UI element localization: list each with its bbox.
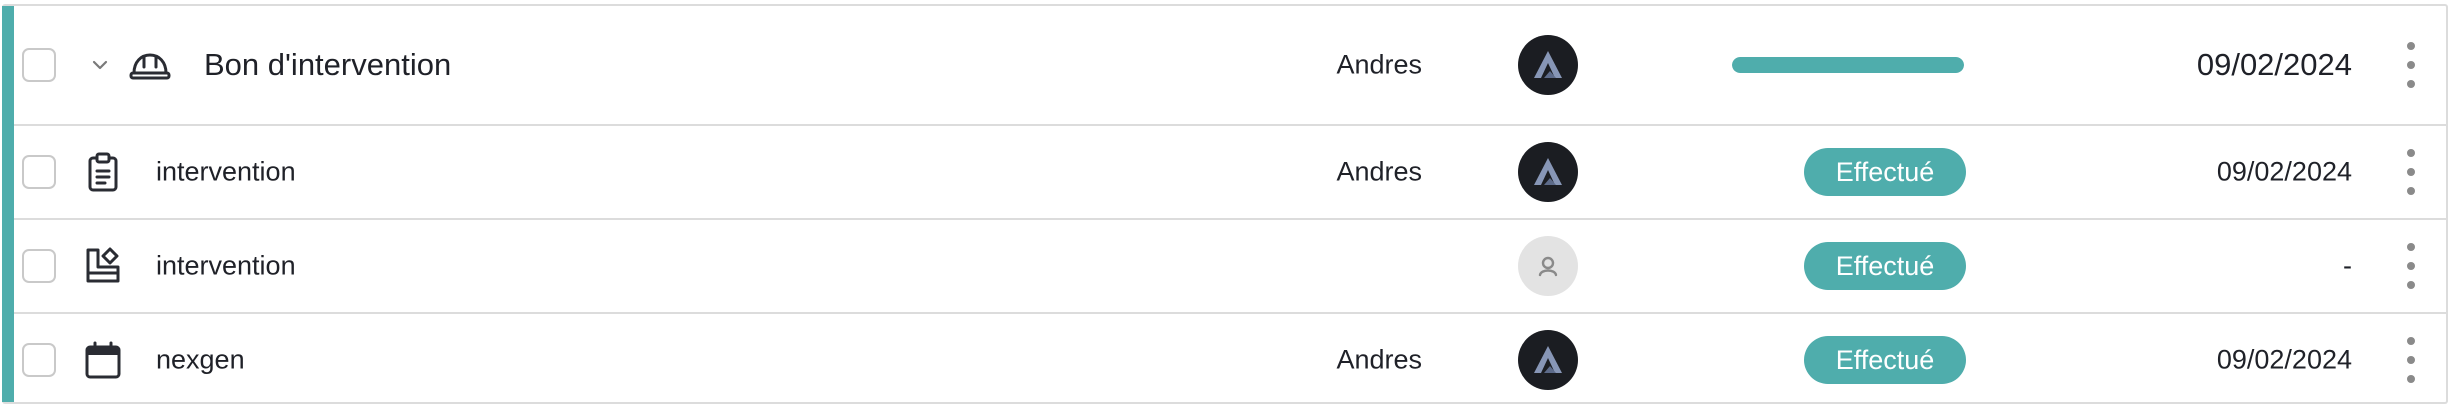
- chevron-down-icon[interactable]: [88, 53, 112, 77]
- status-badge[interactable]: Effectué: [1804, 242, 1966, 290]
- user-placeholder-icon: [1538, 256, 1558, 277]
- parent-task-row[interactable]: Bon d'intervention Andres 09/02/2024: [14, 6, 2446, 126]
- dot: [2407, 42, 2415, 50]
- progress-bar: [1732, 57, 1964, 73]
- subtask-row[interactable]: nexgen Andres Effectué 09/02/2024: [14, 314, 2446, 406]
- more-options-button[interactable]: [2396, 149, 2426, 195]
- dot: [2407, 61, 2415, 69]
- task-date: 09/02/2024: [2196, 47, 2352, 82]
- empty-avatar[interactable]: [1518, 236, 1578, 296]
- subtask-title[interactable]: intervention: [156, 251, 296, 282]
- group-accent-bar: [2, 6, 14, 402]
- status-badge[interactable]: Effectué: [1804, 148, 1966, 196]
- dot: [2407, 80, 2415, 88]
- subtask-title[interactable]: nexgen: [156, 345, 245, 376]
- brand-logo-icon: [1534, 346, 1562, 373]
- subtask-row[interactable]: intervention Andres Effectué 09/02/2024: [14, 126, 2446, 220]
- subtask-title[interactable]: intervention: [156, 157, 296, 188]
- calendar-icon: [85, 341, 121, 379]
- parent-task-title[interactable]: Bon d'intervention: [204, 47, 451, 83]
- more-options-button[interactable]: [2396, 337, 2426, 383]
- assignee-name: Andres: [1336, 49, 1422, 80]
- assignee-name: Andres: [1336, 156, 1422, 187]
- task-date: 09/02/2024: [2216, 344, 2352, 375]
- hard-hat-icon: [129, 53, 171, 80]
- dot: [2407, 356, 2415, 364]
- dot: [2407, 243, 2415, 251]
- brand-logo-icon: [1534, 158, 1562, 185]
- dot: [2407, 149, 2415, 157]
- avatar[interactable]: [1518, 330, 1578, 390]
- subtask-checkbox[interactable]: [22, 343, 56, 377]
- dot: [2407, 337, 2415, 345]
- more-options-button[interactable]: [2396, 243, 2426, 289]
- dot: [2407, 375, 2415, 383]
- status-badge[interactable]: Effectué: [1804, 336, 1966, 384]
- avatar[interactable]: [1518, 142, 1578, 202]
- task-date: 09/02/2024: [2216, 156, 2352, 187]
- parent-task-checkbox[interactable]: [22, 48, 56, 82]
- progress-bar-fill: [1732, 57, 1964, 73]
- task-date: -: [2343, 250, 2352, 281]
- avatar[interactable]: [1518, 35, 1578, 95]
- dot: [2407, 281, 2415, 289]
- assignee-name: Andres: [1336, 344, 1422, 375]
- subtask-checkbox[interactable]: [22, 155, 56, 189]
- clipboard-icon: [88, 152, 118, 192]
- task-group-table: Bon d'intervention Andres 09/02/2024 int…: [2, 4, 2448, 404]
- shapes-icon: [86, 247, 120, 283]
- dot: [2407, 168, 2415, 176]
- subtask-row[interactable]: intervention Effectué -: [14, 220, 2446, 314]
- subtask-checkbox[interactable]: [22, 249, 56, 283]
- brand-logo-icon: [1534, 51, 1562, 78]
- more-options-button[interactable]: [2396, 42, 2426, 88]
- dot: [2407, 262, 2415, 270]
- dot: [2407, 187, 2415, 195]
